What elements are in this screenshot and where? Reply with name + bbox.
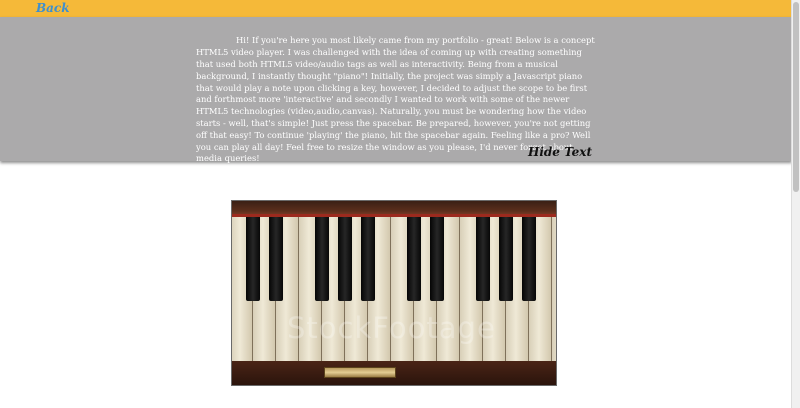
- piano-black-key: [407, 217, 421, 301]
- piano-black-key: [476, 217, 490, 301]
- piano-black-key: [499, 217, 513, 301]
- back-link[interactable]: Back: [36, 0, 70, 16]
- watermark: StockFootage: [287, 311, 496, 345]
- piano-video-player[interactable]: StockFootage: [231, 200, 557, 386]
- piano-black-key: [430, 217, 444, 301]
- piano-black-key: [522, 217, 536, 301]
- piano-black-key: [338, 217, 352, 301]
- piano-black-key: [315, 217, 329, 301]
- vertical-scrollbar[interactable]: [791, 0, 800, 408]
- top-nav-bar: Back: [0, 0, 792, 17]
- piano-base: [232, 361, 556, 385]
- piano-white-key: [552, 217, 556, 363]
- hide-text-button[interactable]: Hide Text: [528, 145, 592, 159]
- scrollbar-thumb[interactable]: [793, 2, 799, 192]
- piano-black-key: [269, 217, 283, 301]
- brand-plate: [324, 367, 396, 378]
- info-panel: Hi! If you're here you most likely came …: [0, 17, 792, 163]
- piano-black-key: [361, 217, 375, 301]
- piano-black-key: [246, 217, 260, 301]
- piano-wood-top: [232, 201, 556, 215]
